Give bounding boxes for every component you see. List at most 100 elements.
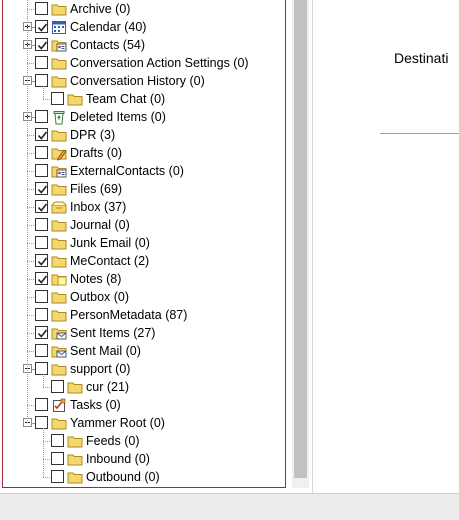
folder-tree-item[interactable]: Calendar (40)	[3, 18, 285, 36]
folder-checkbox[interactable]	[35, 290, 48, 303]
tree-connector	[27, 333, 34, 334]
folder-icon	[67, 379, 83, 395]
folder-tree-item[interactable]: PersonMetadata (87)	[3, 306, 285, 324]
folder-checkbox[interactable]	[35, 56, 48, 69]
folder-checkbox[interactable]	[35, 362, 48, 375]
folder-label: Notes (8)	[70, 272, 122, 286]
tree-scrollbar[interactable]	[292, 0, 309, 488]
folder-tree-item[interactable]: Notes (8)	[3, 270, 285, 288]
folder-tree-item[interactable]: Sent Mail (0)	[3, 342, 285, 360]
folder-label: Feeds (0)	[86, 434, 140, 448]
folder-label: Tasks (0)	[70, 398, 121, 412]
folder-label: Team Chat (0)	[86, 92, 166, 106]
status-bar	[0, 493, 459, 520]
tree-connector	[27, 261, 34, 262]
folder-label: support (0)	[70, 362, 131, 376]
folder-icon	[51, 217, 67, 233]
tree-connector	[27, 405, 34, 406]
folder-checkbox[interactable]	[35, 128, 48, 141]
contacts-icon	[51, 37, 67, 53]
folder-label: PersonMetadata (87)	[70, 308, 188, 322]
folder-checkbox[interactable]	[35, 146, 48, 159]
folder-checkbox[interactable]	[51, 434, 64, 447]
check-mark-icon	[37, 275, 48, 284]
folder-tree-item[interactable]: Yammer Root (0)	[3, 414, 285, 432]
folder-tree-item[interactable]: Junk Email (0)	[3, 234, 285, 252]
folder-tree-item[interactable]: Conversation History (0)	[3, 72, 285, 90]
tree-connector	[27, 315, 34, 316]
folder-checkbox[interactable]	[35, 2, 48, 15]
folder-label: Conversation Action Settings (0)	[70, 56, 249, 70]
folder-checkbox[interactable]	[35, 218, 48, 231]
folder-checkbox[interactable]	[35, 272, 48, 285]
scrollbar-thumb[interactable]	[294, 0, 307, 478]
folder-icon	[67, 451, 83, 467]
recycle-bin-icon	[51, 109, 67, 125]
folder-tree-item[interactable]: Journal (0)	[3, 216, 285, 234]
folder-checkbox[interactable]	[35, 182, 48, 195]
tree-connector	[27, 351, 34, 352]
folder-checkbox[interactable]	[35, 344, 48, 357]
folder-checkbox[interactable]	[51, 380, 64, 393]
check-mark-icon	[37, 23, 48, 32]
folder-icon	[51, 307, 67, 323]
tree-connector	[27, 279, 34, 280]
tree-connector	[43, 459, 50, 460]
folder-tree-item[interactable]: Drafts (0)	[3, 144, 285, 162]
folder-checkbox[interactable]	[35, 110, 48, 123]
tree-connector	[27, 207, 34, 208]
folder-label: ExternalContacts (0)	[70, 164, 184, 178]
folder-tree-item[interactable]: Conversation Action Settings (0)	[3, 54, 285, 72]
folder-tree-item[interactable]: Contacts (54)	[3, 36, 285, 54]
folder-tree-item[interactable]: Archive (0)	[3, 0, 285, 18]
folder-icon	[51, 55, 67, 71]
calendar-icon	[51, 19, 67, 35]
folder-icon	[51, 1, 67, 17]
folder-checkbox[interactable]	[51, 470, 64, 483]
check-mark-icon	[37, 257, 48, 266]
folder-checkbox[interactable]	[35, 38, 48, 51]
folder-tree-item[interactable]: Deleted Items (0)	[3, 108, 285, 126]
folder-tree-item[interactable]: Files (69)	[3, 180, 285, 198]
folder-tree-item[interactable]: Tasks (0)	[3, 396, 285, 414]
folder-label: Inbound (0)	[86, 452, 150, 466]
folder-label: cur (21)	[86, 380, 130, 394]
folder-tree-item[interactable]: support (0)	[3, 360, 285, 378]
folder-tree-panel[interactable]: Archive (0) Calendar (40) Contacts (54) Con…	[2, 0, 286, 488]
tree-connector	[43, 86, 44, 99]
folder-checkbox[interactable]	[35, 200, 48, 213]
folder-checkbox[interactable]	[35, 236, 48, 249]
folder-checkbox[interactable]	[51, 452, 64, 465]
folder-label: Outbound (0)	[86, 470, 160, 484]
tree-connector	[32, 369, 34, 370]
folder-checkbox[interactable]	[35, 416, 48, 429]
folder-checkbox[interactable]	[35, 164, 48, 177]
folder-tree-item[interactable]: Outbox (0)	[3, 288, 285, 306]
folder-label: DPR (3)	[70, 128, 116, 142]
folder-icon	[51, 289, 67, 305]
folder-checkbox[interactable]	[35, 20, 48, 33]
destination-divider	[380, 133, 459, 134]
folder-checkbox[interactable]	[35, 398, 48, 411]
inbox-icon	[51, 199, 67, 215]
folder-icon	[51, 127, 67, 143]
sent-items-icon	[51, 325, 67, 341]
folder-icon	[67, 91, 83, 107]
folder-tree-item[interactable]: DPR (3)	[3, 126, 285, 144]
folder-tree-item[interactable]: Sent Items (27)	[3, 324, 285, 342]
folder-tree-item[interactable]: MeContact (2)	[3, 252, 285, 270]
folder-checkbox[interactable]	[35, 326, 48, 339]
folder-checkbox[interactable]	[51, 92, 64, 105]
tree-connector	[32, 81, 34, 82]
tree-connector	[27, 63, 34, 64]
folder-checkbox[interactable]	[35, 308, 48, 321]
folder-checkbox[interactable]	[35, 74, 48, 87]
folder-tree-item[interactable]: Inbox (37)	[3, 198, 285, 216]
folder-tree-item[interactable]: ExternalContacts (0)	[3, 162, 285, 180]
contacts-icon	[51, 163, 67, 179]
folder-checkbox[interactable]	[35, 254, 48, 267]
folder-label: MeContact (2)	[70, 254, 150, 268]
tree-connector	[32, 423, 34, 424]
tree-connector	[27, 243, 34, 244]
folder-label: Junk Email (0)	[70, 236, 150, 250]
